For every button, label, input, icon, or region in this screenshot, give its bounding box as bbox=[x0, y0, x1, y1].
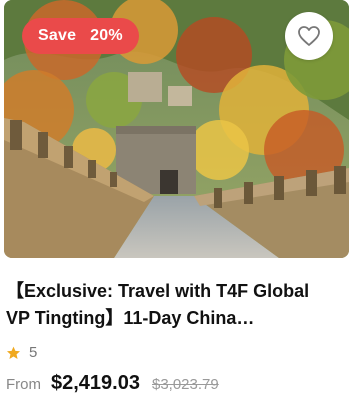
price-row: From $2,419.03 $3,023.79 bbox=[6, 372, 219, 395]
discount-badge: Save 20% bbox=[22, 18, 139, 54]
from-label: From bbox=[6, 376, 41, 393]
product-title-line-1: 【Exclusive: Travel with T4F Global bbox=[6, 281, 310, 301]
star-icon bbox=[6, 346, 21, 359]
save-label: Save bbox=[38, 27, 77, 44]
rating: 5 bbox=[6, 344, 37, 361]
discount-percent: 20% bbox=[90, 27, 123, 44]
rating-value: 5 bbox=[29, 344, 38, 361]
original-price: $3,023.79 bbox=[151, 376, 219, 393]
favorite-button[interactable] bbox=[285, 12, 333, 60]
heart-outline-icon bbox=[298, 26, 320, 46]
current-price: $2,419.03 bbox=[51, 372, 140, 394]
product-title[interactable]: 【Exclusive: Travel with T4F Global VP Ti… bbox=[6, 278, 349, 332]
product-title-line-2: VP Tingting】11-Day China… bbox=[6, 308, 255, 328]
product-card[interactable]: Save 20% 【Exclusive: Travel with T4F Glo… bbox=[0, 0, 353, 404]
